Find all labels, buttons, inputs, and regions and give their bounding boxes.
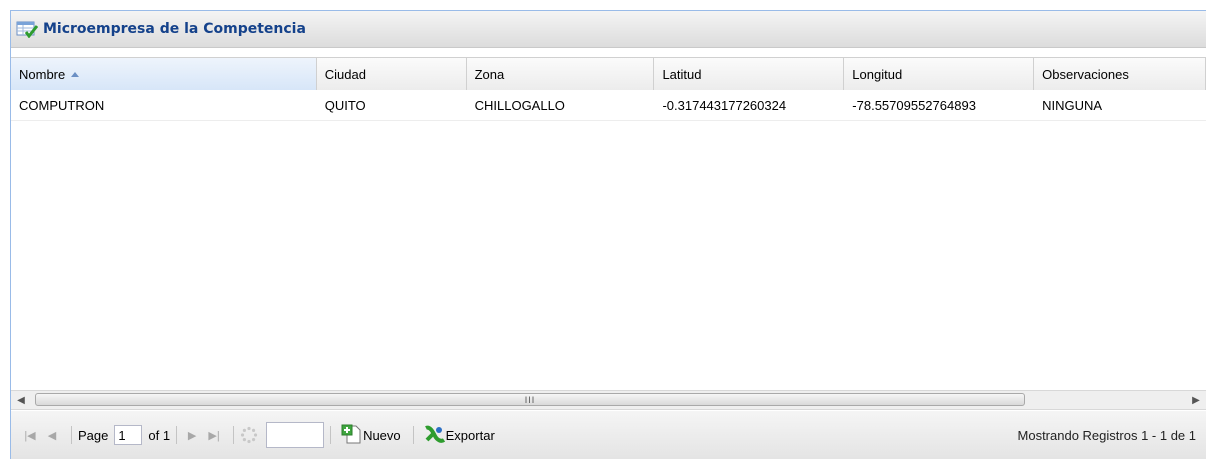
panel-title: Microempresa de la Competencia [43, 21, 306, 37]
column-header-label: Zona [474, 66, 505, 82]
cell-ciudad: QUITO [324, 97, 366, 113]
page-label: Page [78, 427, 109, 443]
table-row[interactable]: COMPUTRON QUITO CHILLOGALLO -0.317443177… [11, 90, 1206, 121]
cell-nombre: COMPUTRON [19, 97, 105, 113]
nuevo-button[interactable]: Nuevo [341, 423, 401, 448]
scroll-thumb[interactable]: III [35, 393, 1025, 406]
column-header-longitud[interactable]: Longitud [844, 58, 1035, 90]
separator [412, 426, 414, 444]
add-document-icon [341, 423, 363, 448]
separator [233, 426, 235, 444]
page-size-input[interactable] [266, 422, 325, 448]
last-page-icon[interactable]: ▶| [205, 426, 223, 444]
grid-panel: Microempresa de la Competencia Nombre Ci… [10, 10, 1206, 459]
panel-header: Microempresa de la Competencia [11, 11, 1206, 48]
column-header-label: Ciudad [324, 66, 366, 82]
column-header-label: Nombre [19, 66, 66, 82]
sort-ascending-icon [71, 71, 80, 77]
nuevo-label: Nuevo [363, 427, 401, 443]
grid-header: Nombre Ciudad Zona Latitud Longitud Obse… [11, 57, 1206, 91]
column-header-zona[interactable]: Zona [467, 58, 655, 90]
scroll-grip: III [524, 394, 536, 405]
page-number-input[interactable] [114, 425, 143, 445]
cell-longitud: -78.55709552764893 [852, 97, 976, 113]
paging-toolbar: |◀ ◀ Page of 1 ▶ ▶| [11, 411, 1206, 459]
cell-observaciones: NINGUNA [1042, 97, 1103, 113]
separator [330, 426, 332, 444]
cell-latitud: -0.317443177260324 [662, 97, 787, 113]
grid-body: COMPUTRON QUITO CHILLOGALLO -0.317443177… [11, 90, 1206, 400]
next-page-icon[interactable]: ▶ [183, 426, 201, 444]
separator [176, 426, 178, 444]
column-header-observaciones[interactable]: Observaciones [1034, 58, 1206, 90]
grid-check-icon [16, 20, 39, 39]
column-header-latitud[interactable]: Latitud [654, 58, 845, 90]
horizontal-scrollbar[interactable]: ◀ III ▶ [11, 390, 1206, 410]
first-page-icon[interactable]: |◀ [21, 426, 39, 444]
column-header-label: Observaciones [1042, 66, 1129, 82]
column-header-label: Latitud [662, 66, 702, 82]
refresh-icon[interactable] [240, 426, 258, 444]
previous-page-icon[interactable]: ◀ [43, 426, 61, 444]
column-header-label: Longitud [852, 66, 903, 82]
scroll-left-icon[interactable]: ◀ [11, 391, 31, 409]
exportar-label: Exportar [445, 427, 495, 443]
page-count-label: of 1 [148, 427, 171, 443]
status-text: Mostrando Registros 1 - 1 de 1 [1017, 427, 1196, 443]
separator [71, 426, 72, 444]
scroll-right-icon[interactable]: ▶ [1186, 391, 1206, 409]
cell-zona: CHILLOGALLO [474, 97, 565, 113]
column-header-nombre[interactable]: Nombre [11, 58, 317, 90]
column-header-ciudad[interactable]: Ciudad [317, 58, 467, 90]
export-icon [424, 424, 446, 447]
exportar-button[interactable]: Exportar [424, 424, 495, 447]
